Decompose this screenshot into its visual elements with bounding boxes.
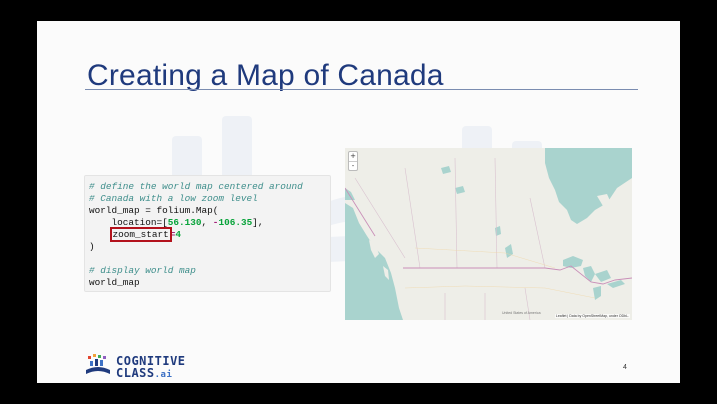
zoom-control: + -: [348, 151, 358, 171]
zoom-in-button[interactable]: +: [349, 152, 357, 161]
code-number: 56.130: [167, 217, 202, 228]
logo-class: CLASS: [116, 366, 155, 380]
map-tiles: [345, 148, 632, 320]
code-text: ],: [252, 217, 264, 228]
code-text: ,: [201, 217, 213, 228]
highlight-box: zoom_start: [109, 227, 172, 242]
code-number: 106.35: [218, 217, 253, 228]
map-attribution[interactable]: Leaflet | Data by OpenStreetMap, under O…: [554, 314, 630, 318]
page-number: 4: [623, 364, 627, 371]
code-comment: # display world map: [89, 265, 196, 276]
logo-text-class: CLASS.ai: [116, 366, 172, 380]
code-comment: # Canada with a low zoom level: [89, 193, 258, 204]
zoom-out-button[interactable]: -: [349, 161, 357, 170]
cognitive-class-logo: COGNITIVE CLASS.ai: [84, 354, 194, 380]
code-param: zoom_start: [112, 229, 169, 240]
code-number: 4: [175, 229, 182, 240]
code-block: # define the world map centered around #…: [84, 175, 331, 292]
logo-ai: .ai: [154, 370, 173, 380]
code-line: ): [89, 241, 95, 252]
code-text: location=[: [89, 217, 168, 228]
logo-icon: [86, 354, 110, 374]
code-line: world_map: [89, 277, 140, 288]
code-line: world_map = folium.Map(: [89, 205, 219, 216]
map-label-us: United States of America: [502, 311, 541, 315]
title-divider: [85, 89, 638, 90]
slide-title: Creating a Map of Canada: [87, 59, 444, 92]
canada-map[interactable]: + - United States of America Leaflet | D…: [345, 148, 632, 320]
code-comment: # define the world map centered around: [89, 181, 303, 192]
slide: Creating a Map of Canada # define the wo…: [37, 21, 680, 383]
